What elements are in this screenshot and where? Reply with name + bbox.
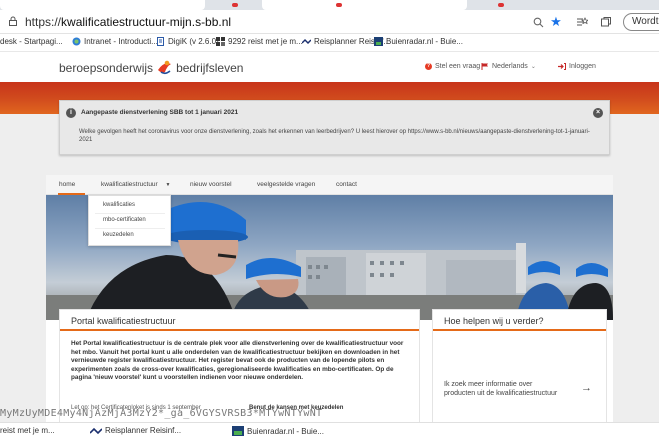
caret-down-icon: ▼ — [165, 182, 171, 188]
question-icon: ? — [425, 63, 432, 70]
bookmark-item[interactable]: Buienradar.nl - Buie... — [232, 426, 324, 436]
arrow-right-icon[interactable]: → — [581, 382, 592, 394]
bookmark-item[interactable]: DigiK (v 2.6.0) — [156, 37, 219, 46]
card-accent-bar — [60, 329, 419, 331]
bookmark-item[interactable]: reist met je m... — [0, 426, 55, 435]
help-title: Hoe helpen wij u verder? — [444, 316, 544, 326]
nav-nieuw-voorstel[interactable]: nieuw voorstel — [190, 181, 232, 188]
notice-body: Welke gevolgen heeft het coronavirus voo… — [79, 129, 590, 143]
info-icon: i — [66, 108, 76, 118]
globe-icon — [72, 37, 81, 46]
divider — [95, 228, 165, 229]
bookmark-item[interactable]: Reisplanner Reisinf... — [90, 426, 181, 435]
tab-favicon — [232, 3, 238, 7]
card-accent-bar — [433, 329, 606, 331]
nav-contact[interactable]: contact — [336, 181, 357, 188]
kwalificatiestructuur-dropdown: kwalificaties mbo-certificaten keuzedele… — [88, 195, 171, 246]
ask-question-link[interactable]: ? Stel een vraag — [425, 63, 480, 70]
favorites-icon[interactable] — [574, 14, 590, 30]
address-bar[interactable]: https://kwalificatiestructuur-mijn.s-bb.… — [25, 15, 231, 29]
address-bar-row: https://kwalificatiestructuur-mijn.s-bb.… — [0, 10, 659, 34]
sbb-logo[interactable]: beroepsonderwijs bedrijfsleven — [59, 60, 243, 75]
portal-body: Het Portal kwalificatiestructuur is de c… — [71, 340, 404, 382]
bookmark-item[interactable]: Buienradar.nl - Buie... — [374, 37, 463, 46]
tab-favicon — [336, 3, 342, 7]
flag-icon — [481, 63, 488, 70]
login-link[interactable]: Inloggen — [558, 63, 596, 70]
bookmark-item[interactable]: desk - Startpagi... — [0, 37, 63, 46]
dropdown-item-mbo-certificaten[interactable]: mbo-certificaten — [103, 217, 146, 223]
tab-favicon — [498, 3, 504, 7]
site-header: beroepsonderwijs bedrijfsleven ? Stel ee… — [0, 52, 659, 82]
profile-button[interactable]: Wordt niet — [623, 13, 659, 31]
weather-icon — [232, 426, 244, 436]
browser-tab[interactable] — [262, 0, 467, 10]
language-selector[interactable]: Nederlands ⌄ — [481, 63, 536, 70]
nav-veelgestelde-vragen[interactable]: veelgestelde vragen — [257, 181, 315, 188]
close-icon[interactable]: × — [593, 108, 603, 118]
collections-icon[interactable] — [598, 14, 614, 30]
browser-tab-strip — [0, 0, 659, 10]
sbb-logo-icon — [158, 60, 172, 75]
main-navigation: home kwalificatiestructuur ▼ nieuw voors… — [46, 175, 613, 195]
dropdown-item-keuzedelen[interactable]: keuzedelen — [103, 232, 134, 238]
weather-icon — [374, 37, 383, 46]
browser-tab[interactable] — [0, 0, 205, 10]
bookmark-item[interactable]: Intranet - Introducti... — [72, 37, 158, 46]
grid-icon — [216, 37, 225, 46]
login-icon — [558, 63, 566, 70]
notice-title: Aangepaste dienstverlening SBB tot 1 jan… — [81, 109, 239, 116]
bookmark-item[interactable]: 9292 reist met je m... — [216, 37, 303, 46]
dropdown-item-kwalificaties[interactable]: kwalificaties — [103, 202, 135, 208]
chevron-down-icon: ⌄ — [530, 64, 536, 70]
train-icon — [90, 427, 102, 434]
lock-icon[interactable] — [8, 16, 18, 26]
nav-home[interactable]: home — [59, 181, 75, 188]
document-icon — [157, 37, 164, 46]
train-icon — [302, 38, 311, 45]
notice-banner: i Aangepaste dienstverlening SBB tot 1 j… — [59, 100, 610, 155]
star-icon[interactable]: ★ — [548, 14, 564, 30]
status-overlay-text: MyMzUyMDE4My4NjAzMjA3MzY2*_ga_6VGYSVRSB3… — [0, 408, 323, 419]
bottom-bookmarks-strip: reist met je m... Reisplanner Reisinf...… — [0, 422, 659, 439]
nav-kwalificatiestructuur[interactable]: kwalificatiestructuur ▼ — [101, 181, 170, 188]
bookmarks-bar: desk - Startpagi... Intranet - Introduct… — [0, 34, 659, 52]
zoom-icon[interactable] — [530, 14, 546, 30]
help-link[interactable]: Ik zoek meer informatie over producten u… — [444, 380, 564, 398]
portal-title: Portal kwalificatiestructuur — [71, 316, 176, 326]
divider — [95, 213, 165, 214]
